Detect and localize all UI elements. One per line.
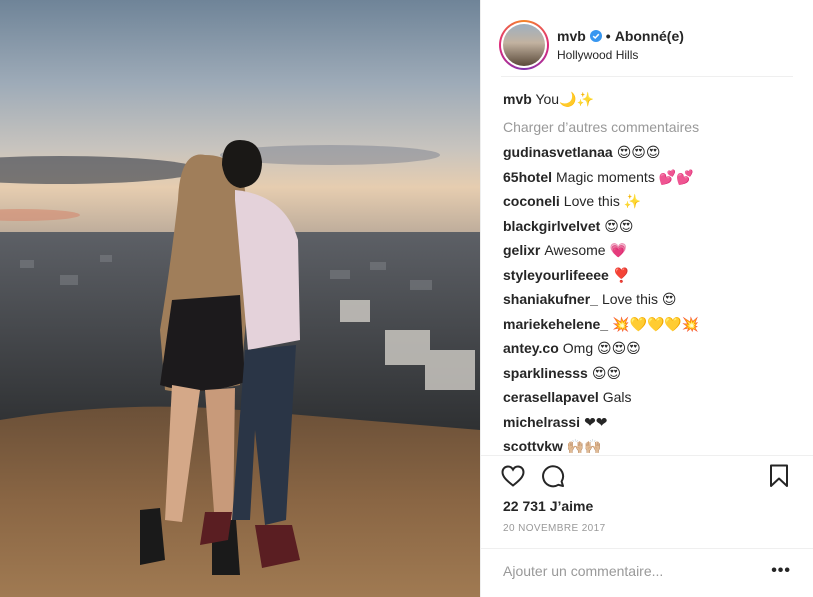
avatar [503, 24, 545, 66]
load-more-comments-button[interactable]: Charger d’autres commentaires [503, 116, 797, 138]
comment-username[interactable]: 65hotel [503, 169, 552, 185]
caption-text: You🌙✨ [535, 91, 594, 107]
comment-text: Love this ✨ [563, 193, 642, 209]
story-ring[interactable] [499, 20, 549, 70]
comment-row: gelixr Awesome 💗 [503, 238, 797, 263]
verified-badge-icon [589, 30, 602, 42]
post-photo[interactable] [0, 0, 480, 597]
comment-row: cerasellapavel Gals [503, 385, 797, 410]
photo-scene [0, 0, 480, 597]
add-comment-input[interactable] [503, 557, 763, 585]
comment-text: 🙌🏼🙌🏼 [566, 438, 602, 454]
bookmark-icon [770, 464, 788, 487]
comment-row: shaniakufner_ Love this 😍 [503, 287, 797, 312]
comment-text: 😍😍 [604, 217, 634, 234]
save-button[interactable] [765, 462, 793, 490]
comment-text: 💥💛💛💛💥 [612, 315, 700, 332]
comment-username[interactable]: cerasellapavel [503, 389, 599, 405]
divider [481, 548, 813, 549]
comment-username[interactable]: shaniakufner_ [503, 291, 598, 307]
comment-username[interactable]: mariekehelene_ [503, 316, 608, 332]
comment-row: antey.co Omg 😍😍😍 [503, 336, 797, 361]
divider [481, 455, 813, 456]
caption-username[interactable]: mvb [503, 91, 532, 107]
comment-row: styleyourlifeeee ❣️ [503, 263, 797, 288]
comment-username[interactable]: sparklinesss [503, 365, 588, 381]
comment-text: Magic moments 💕💕 [556, 168, 694, 185]
follow-status-button[interactable]: Abonné(e) [615, 28, 684, 44]
divider [501, 76, 793, 77]
post-caption: mvb You🌙✨ [503, 88, 797, 110]
post-header: mvb • Abonné(e) Hollywood Hills [499, 14, 793, 76]
comment-text: Love this 😍 [601, 291, 677, 307]
post-side-panel: mvb • Abonné(e) Hollywood Hills mvb You🌙… [480, 0, 813, 597]
like-count[interactable]: 22 731 J’aime [503, 498, 593, 514]
comment-row: gudinasvetlanaa 😍😍😍 [503, 140, 797, 165]
instagram-post: mvb • Abonné(e) Hollywood Hills mvb You🌙… [0, 0, 813, 597]
comment-text: Omg 😍😍😍 [562, 340, 641, 356]
comment-text: Gals [602, 389, 632, 405]
comment-username[interactable]: gudinasvetlanaa [503, 144, 613, 160]
comment-username[interactable]: blackgirlvelvet [503, 218, 600, 234]
action-bar [499, 462, 793, 492]
location-link[interactable]: Hollywood Hills [557, 48, 684, 62]
comment-button[interactable] [539, 462, 567, 490]
comment-username[interactable]: scottvkw [503, 438, 563, 454]
comment-row: sparklinesss 😍😍 [503, 361, 797, 386]
like-button[interactable] [499, 462, 527, 490]
comment-row: coconeli Love this ✨ [503, 189, 797, 214]
comment-text: 😍😍 [591, 364, 622, 381]
comment-text: ❣️ [612, 266, 631, 283]
separator-dot: • [605, 28, 611, 44]
comment-icon [542, 465, 565, 488]
heart-icon [501, 465, 525, 487]
post-date[interactable]: 20 NOVEMBRE 2017 [503, 523, 606, 534]
more-options-button[interactable]: ••• [771, 562, 791, 580]
comment-row: mariekehelene_ 💥💛💛💛💥 [503, 312, 797, 337]
comment-text: 😍😍😍 [616, 144, 661, 160]
comment-username[interactable]: gelixr [503, 242, 540, 258]
comment-row: blackgirlvelvet 😍😍 [503, 214, 797, 239]
comments-list: mvb You🌙✨ Charger d’autres commentaires … [503, 88, 797, 460]
comment-username[interactable]: antey.co [503, 340, 559, 356]
username[interactable]: mvb [557, 28, 586, 44]
comment-row: michelrassi ❤❤ [503, 410, 797, 435]
comment-username[interactable]: coconeli [503, 193, 560, 209]
comment-username[interactable]: styleyourlifeeee [503, 267, 609, 283]
comment-row: 65hotel Magic moments 💕💕 [503, 165, 797, 190]
comment-text: Awesome 💗 [544, 242, 627, 258]
comment-username[interactable]: michelrassi [503, 414, 580, 430]
comment-text: ❤❤ [584, 413, 608, 430]
